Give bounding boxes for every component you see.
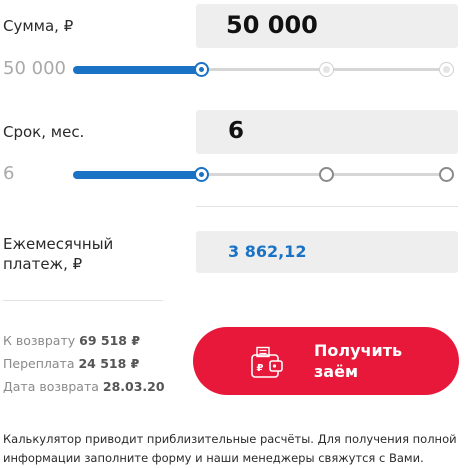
term-min-label: 6 [3,163,15,184]
term-slider-tick[interactable] [439,167,454,182]
amount-slider-tick[interactable] [439,62,454,77]
amount-slider[interactable] [70,58,456,82]
payment-label: Ежемесячный платеж, ₽ [3,235,114,273]
term-slider[interactable] [70,163,456,187]
amount-min-label: 50 000 [3,58,66,79]
amount-slider-fill [73,66,203,74]
term-label: Срок, мес. [3,123,85,141]
payment-value: 3 862,12 [228,242,307,261]
term-slider-fill [73,171,203,179]
payment-field: 3 862,12 [196,231,458,273]
term-value: 6 [228,118,245,144]
get-loan-label: Получить заём [314,341,403,381]
summary-return: К возврату 69 518 ₽ [3,333,141,348]
amount-field[interactable]: 50 000 [196,4,458,48]
wallet-icon: ₽ [248,346,286,380]
term-field[interactable]: 6 [196,110,458,154]
amount-value: 50 000 [226,11,318,39]
summary-date: Дата возврата 28.03.20 [3,379,165,394]
amount-slider-tick[interactable] [319,62,334,77]
amount-label: Сумма, ₽ [3,17,74,35]
term-slider-thumb[interactable] [194,167,209,182]
term-slider-tick[interactable] [319,167,334,182]
summary-overpay: Переплата 24 518 ₽ [3,356,140,371]
divider [3,300,163,301]
divider [196,206,458,207]
get-loan-button[interactable]: ₽ Получить заём [193,327,459,395]
disclaimer-note: Калькулятор приводит приблизительные рас… [3,432,457,465]
amount-slider-thumb[interactable] [194,62,209,77]
svg-text:₽: ₽ [257,363,264,374]
